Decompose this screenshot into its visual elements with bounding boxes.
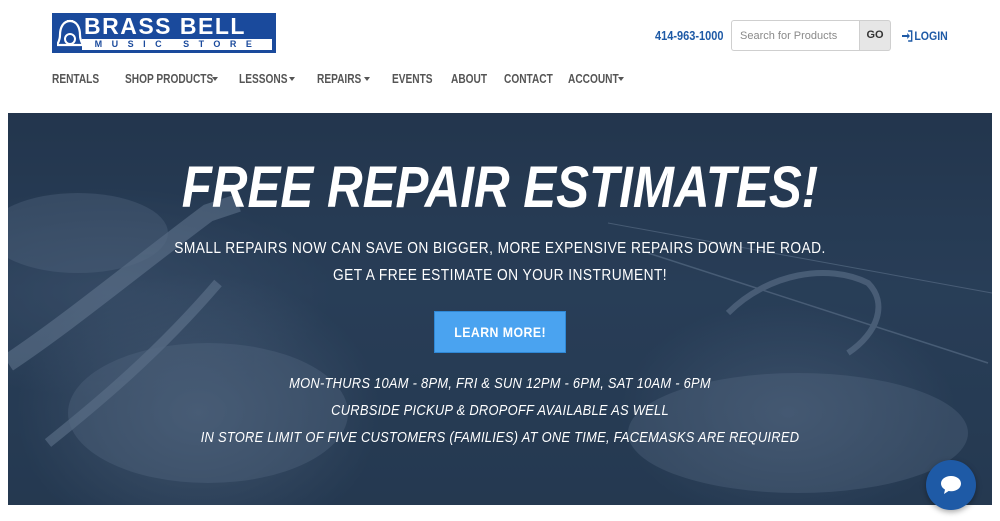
login-label: LOGIN	[914, 29, 948, 43]
chevron-down-icon	[364, 76, 370, 81]
nav-label: RENTALS	[52, 70, 100, 86]
login-link[interactable]: LOGIN	[902, 29, 948, 43]
phone-number[interactable]: 414-963-1000	[655, 29, 724, 43]
chevron-down-icon	[618, 76, 624, 81]
nav-label: SHOP PRODUCTS	[125, 70, 214, 86]
learn-more-label: LEARN MORE!	[454, 324, 546, 340]
nav-item-events[interactable]: EVENTS	[392, 71, 451, 86]
nav-item-about[interactable]: ABOUT	[451, 71, 504, 86]
nav-item-lessons[interactable]: LESSONS	[239, 71, 317, 86]
site-header: BRASS BELL MUSIC STORE 414-963-1000 GO L…	[0, 0, 1000, 113]
sign-in-icon	[902, 30, 913, 42]
hero-banner: FREE REPAIR ESTIMATES! SMALL REPAIRS NOW…	[8, 113, 992, 505]
learn-more-button[interactable]: LEARN MORE!	[434, 311, 566, 353]
hero-title: FREE REPAIR ESTIMATES!	[181, 155, 819, 220]
search-go-button[interactable]: GO	[859, 20, 891, 51]
nav-item-contact[interactable]: CONTACT	[504, 71, 568, 86]
store-hours: MON-THURS 10AM - 8PM, FRI & SUN 12PM - 6…	[289, 375, 711, 392]
chevron-down-icon	[289, 76, 295, 81]
nav-item-repairs[interactable]: REPAIRS	[317, 71, 392, 86]
nav-label: EVENTS	[392, 70, 433, 86]
brand-logo[interactable]: BRASS BELL MUSIC STORE	[52, 13, 276, 53]
main-nav: RENTALS SHOP PRODUCTS LESSONS REPAIRS EV…	[52, 66, 638, 90]
nav-item-rentals[interactable]: RENTALS	[52, 71, 125, 86]
nav-label: ABOUT	[451, 70, 488, 86]
nav-item-account[interactable]: ACCOUNT	[568, 71, 638, 86]
nav-label: LESSONS	[239, 70, 288, 86]
nav-label: CONTACT	[504, 70, 553, 86]
curbside-note: CURBSIDE PICKUP & DROPOFF AVAILABLE AS W…	[331, 402, 669, 419]
nav-label: REPAIRS	[317, 70, 362, 86]
chat-button[interactable]	[926, 460, 976, 510]
nav-label: ACCOUNT	[568, 70, 619, 86]
customer-limit-note: IN STORE LIMIT OF FIVE CUSTOMERS (FAMILI…	[200, 429, 800, 446]
hero-subtitle: SMALL REPAIRS NOW CAN SAVE ON BIGGER, MO…	[174, 240, 826, 257]
brand-name: BRASS BELL	[84, 13, 246, 39]
hero-subtitle: GET A FREE ESTIMATE ON YOUR INSTRUMENT!	[332, 267, 668, 284]
bell-icon	[57, 19, 83, 47]
logo-mark: BRASS BELL MUSIC STORE	[54, 13, 274, 51]
search-input[interactable]	[731, 20, 859, 51]
chat-bubble-icon	[941, 476, 961, 494]
nav-item-shop-products[interactable]: SHOP PRODUCTS	[125, 71, 239, 86]
brand-tagline: MUSIC STORE	[94, 39, 262, 49]
